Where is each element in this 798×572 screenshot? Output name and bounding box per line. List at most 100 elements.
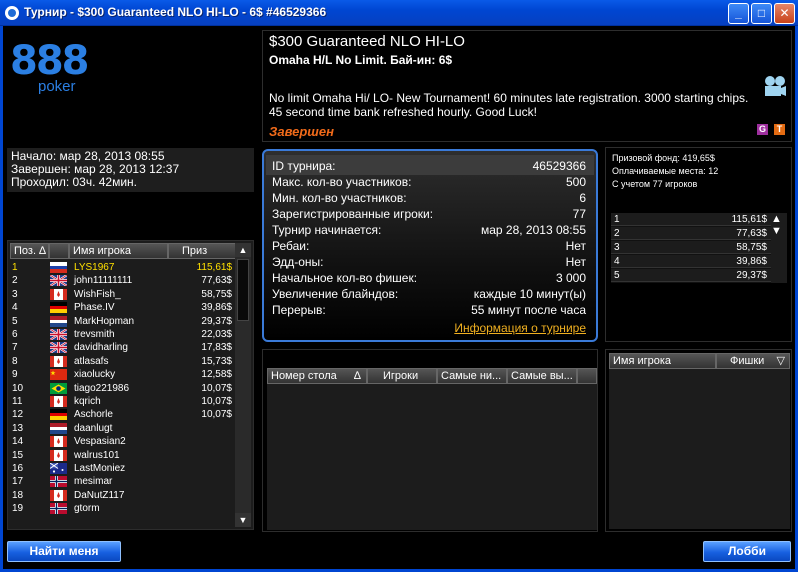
player-position: 8 bbox=[12, 355, 18, 367]
details-row: Зарегистрированные игроки: 77 bbox=[272, 207, 586, 223]
maximize-button[interactable]: □ bbox=[751, 3, 772, 24]
tables-panel: Номер стола ∆ Игроки Самые ни... Самые вы… bbox=[262, 349, 598, 532]
player-row[interactable]: 3 WishFish_ 58,75$ bbox=[10, 288, 236, 301]
column-players-label: Игроки bbox=[383, 370, 419, 382]
players-scrollbar[interactable]: ▲ ▼ bbox=[235, 243, 251, 527]
player-position: 12 bbox=[12, 409, 24, 421]
prize-row[interactable]: 4 39,86$ bbox=[611, 255, 771, 268]
details-key: Турнир начинается: bbox=[272, 223, 382, 237]
logo-sub: poker bbox=[38, 78, 76, 95]
scroll-thumb[interactable] bbox=[237, 259, 249, 321]
flag-ru-icon bbox=[50, 262, 67, 273]
prize-fund: Призовой фонд: 419,65$ bbox=[612, 153, 715, 163]
column-flag-header[interactable] bbox=[49, 243, 69, 259]
player-row[interactable]: 11 kqrich 10,07$ bbox=[10, 395, 236, 408]
scroll-up-icon[interactable]: ▲ bbox=[771, 213, 787, 225]
prize-scrollbar[interactable]: ▲ ▼ bbox=[771, 213, 787, 283]
sort-icon: ∆ bbox=[39, 245, 46, 257]
minimize-button[interactable]: _ bbox=[728, 3, 749, 24]
player-row[interactable]: 9 xiaolucky 12,58$ bbox=[10, 368, 236, 381]
column-min-stack[interactable]: Самые ни... bbox=[437, 368, 507, 384]
column-chips[interactable]: Фишки ▽ bbox=[716, 353, 790, 369]
column-prize-header[interactable]: Приз bbox=[168, 243, 236, 259]
close-button[interactable]: ✕ bbox=[774, 3, 795, 24]
player-prize: 115,61$ bbox=[196, 262, 232, 273]
player-row[interactable]: 17 mesimar bbox=[10, 475, 236, 488]
g-badge-icon: G bbox=[757, 124, 768, 135]
player-position: 6 bbox=[12, 329, 18, 340]
player-prize: 15,73$ bbox=[201, 355, 232, 367]
player-row[interactable]: 18 DaNutZ117 bbox=[10, 489, 236, 502]
player-row[interactable]: 15 walrus101 bbox=[10, 449, 236, 462]
tournament-subtitle: Omaha H/L No Limit. Бай-ин: 6$ bbox=[269, 53, 453, 67]
player-row[interactable]: 5 MarkHopman 29,37$ bbox=[10, 315, 236, 328]
prize-row[interactable]: 1 115,61$ bbox=[611, 213, 771, 226]
player-position: 14 bbox=[12, 436, 24, 448]
table-players-list[interactable] bbox=[609, 369, 790, 529]
player-row[interactable]: 16 LastMoniez bbox=[10, 462, 236, 475]
lobby-button[interactable]: Лобби bbox=[703, 541, 791, 562]
player-row[interactable]: 1 LYS1967 115,61$ bbox=[10, 261, 236, 274]
video-camera-icon[interactable] bbox=[763, 75, 787, 101]
player-row[interactable]: 7 davidharling 17,83$ bbox=[10, 341, 236, 355]
details-value: 46529366 bbox=[532, 159, 586, 173]
details-value: 77 bbox=[572, 207, 586, 221]
player-row[interactable]: 4 Phase.IV 39,86$ bbox=[10, 301, 236, 314]
player-row[interactable]: 6 trevsmith 22,03$ bbox=[10, 328, 236, 341]
details-row: Ребаи: Нет bbox=[272, 239, 586, 255]
player-position: 2 bbox=[12, 275, 18, 287]
window-title: Турнир - $300 Guaranteed NLO HI-LO - 6$ … bbox=[24, 5, 327, 19]
flag-nl-icon bbox=[50, 315, 67, 327]
player-name: john11111111 bbox=[74, 275, 133, 287]
tables-list[interactable] bbox=[267, 384, 597, 530]
player-row[interactable]: 19 gtorm bbox=[10, 502, 236, 515]
player-row[interactable]: 8 atlasafs 15,73$ bbox=[10, 355, 236, 368]
column-players[interactable]: Игроки bbox=[367, 368, 437, 384]
tournament-info-link[interactable]: Информация о турнире bbox=[454, 321, 586, 335]
player-row[interactable]: 12 Aschorle 10,07$ bbox=[10, 408, 236, 421]
column-pos-header[interactable]: Поз. ∆ bbox=[10, 243, 49, 259]
column-max-stack[interactable]: Самые вы... bbox=[507, 368, 577, 384]
details-key: Зарегистрированные игроки: bbox=[272, 207, 434, 221]
player-position: 9 bbox=[12, 369, 18, 381]
column-prize-label: Приз bbox=[182, 245, 208, 257]
find-me-button[interactable]: Найти меня bbox=[7, 541, 121, 562]
player-name: atlasafs bbox=[74, 355, 109, 367]
player-row[interactable]: 14 Vespasian2 bbox=[10, 435, 236, 448]
flag-au-icon bbox=[49, 462, 67, 474]
player-name: Vespasian2 bbox=[74, 436, 126, 448]
prize-row[interactable]: 3 58,75$ bbox=[611, 241, 771, 254]
details-row: Макс. кол-во участников: 500 bbox=[272, 175, 586, 191]
details-key: ID турнира: bbox=[272, 159, 336, 173]
column-player-name[interactable]: Имя игрока bbox=[609, 353, 716, 369]
player-position: 1 bbox=[12, 262, 18, 273]
flag-uk-icon bbox=[49, 274, 68, 288]
flag-uk-icon bbox=[49, 328, 68, 341]
column-table-number[interactable]: Номер стола ∆ bbox=[267, 368, 367, 384]
prize-row[interactable]: 2 77,63$ bbox=[611, 227, 771, 240]
prize-list[interactable]: 1 115,61$ 2 77,63$ 3 58,75$ 4 39,86$ 5 29,37$ ▲ ▼ bbox=[611, 213, 787, 283]
column-name-header[interactable]: Имя игрока bbox=[69, 243, 168, 259]
player-position: 19 bbox=[12, 503, 24, 515]
player-row[interactable]: 13 daanlugt bbox=[10, 422, 236, 435]
title-bar[interactable]: Турнир - $300 Guaranteed NLO HI-LO - 6$ … bbox=[0, 0, 798, 26]
t-badge-icon: T bbox=[774, 124, 785, 135]
details-key: Эдд-оны: bbox=[272, 255, 324, 269]
player-name: kqrich bbox=[74, 396, 101, 407]
tournament-name: $300 Guaranteed NLO HI-LO bbox=[269, 33, 465, 50]
player-name: gtorm bbox=[74, 503, 100, 515]
player-row[interactable]: 2 john11111111 77,63$ bbox=[10, 274, 236, 288]
player-prize: 29,37$ bbox=[201, 315, 232, 327]
scroll-down-icon[interactable]: ▼ bbox=[771, 225, 787, 237]
player-row[interactable]: 10 tiago221986 10,07$ bbox=[10, 382, 236, 395]
player-name: LastMoniez bbox=[74, 463, 126, 474]
details-row: Эдд-оны: Нет bbox=[272, 255, 586, 271]
scroll-down-icon[interactable]: ▼ bbox=[235, 513, 251, 527]
flag-ca-icon bbox=[50, 396, 67, 407]
scroll-up-icon[interactable]: ▲ bbox=[235, 243, 251, 257]
tournament-details-panel: ID турнира: 46529366 Макс. кол-во участник… bbox=[262, 149, 598, 342]
tournament-times: Начало: мар 28, 2013 08:55 Завершен: мар… bbox=[7, 148, 254, 192]
player-name: Aschorle bbox=[74, 409, 113, 421]
prize-row[interactable]: 5 29,37$ bbox=[611, 269, 771, 282]
details-value: 3 000 bbox=[555, 271, 586, 285]
